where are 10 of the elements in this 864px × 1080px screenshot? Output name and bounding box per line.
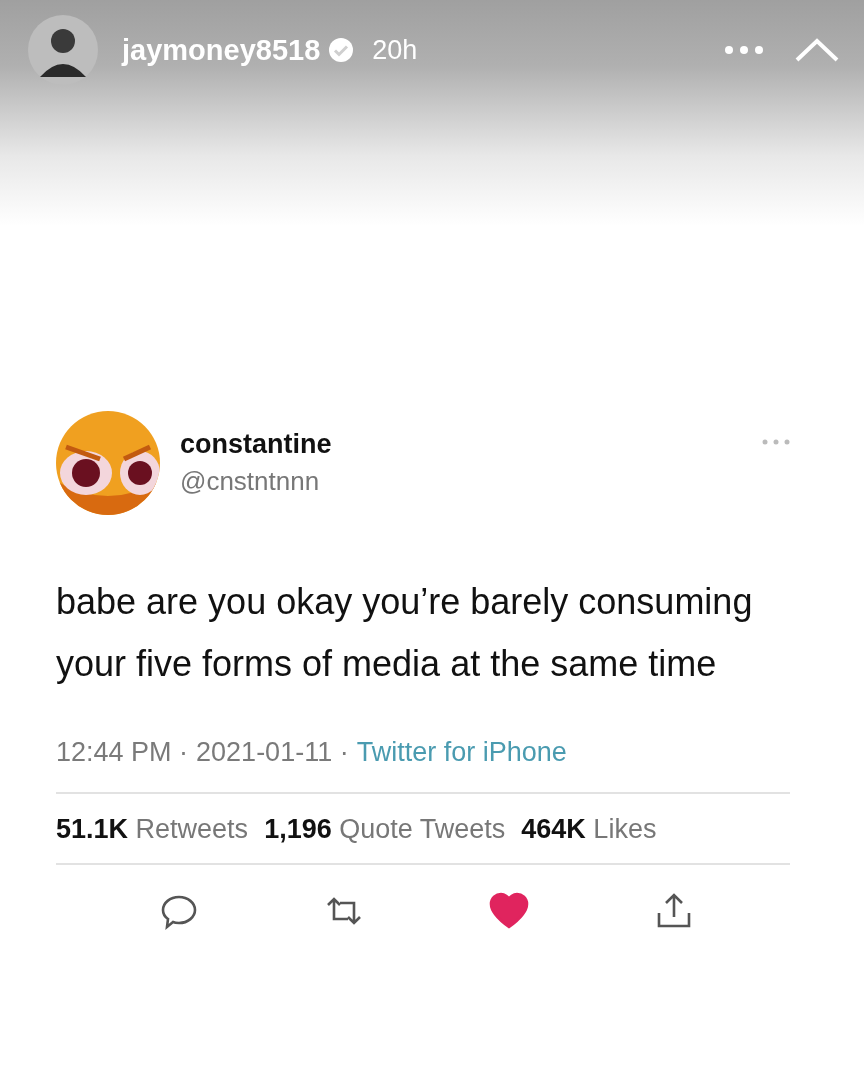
user-handle[interactable]: @cnstntnnn xyxy=(180,466,762,497)
display-name[interactable]: constantine xyxy=(180,429,762,460)
tweet-date: 2021-01-11 · xyxy=(196,737,349,768)
stat-count[interactable]: 51.1K Retweets xyxy=(56,814,249,845)
tweet-text: babe are you okay you’re barely consuming your five forms of media at the same time xyxy=(56,580,754,686)
heart-icon[interactable] xyxy=(488,891,529,931)
stat-count[interactable]: 464K Likes xyxy=(521,814,657,845)
tweet-time: 12:44 PM · xyxy=(56,737,189,768)
story-time: 20h xyxy=(372,34,418,66)
stat-count[interactable]: 1,196 Quote Tweets xyxy=(264,814,506,845)
